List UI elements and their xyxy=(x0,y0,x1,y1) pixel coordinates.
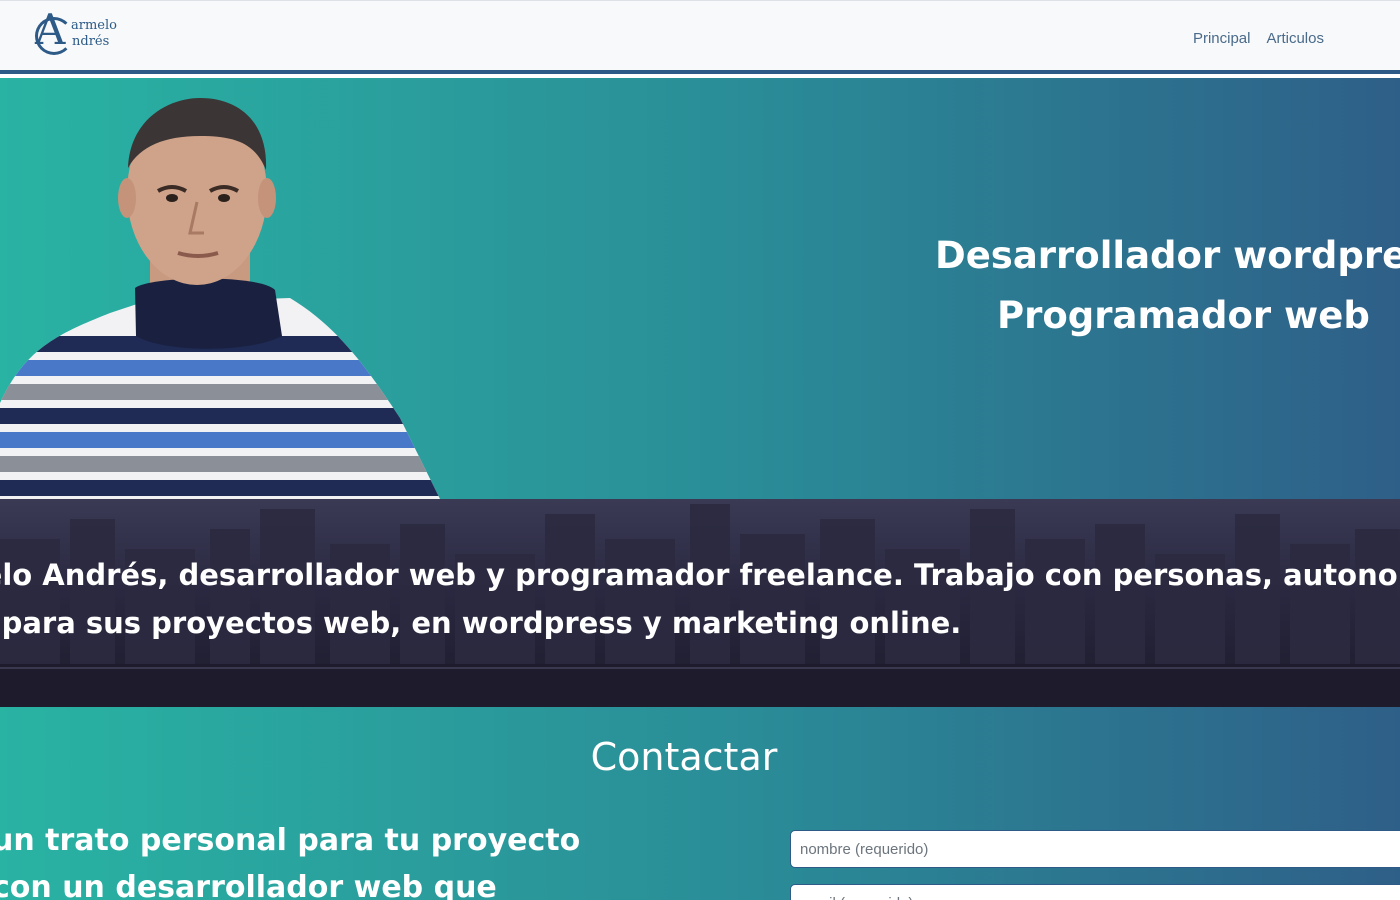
contact-section: Contactar un trato personal para tu proy… xyxy=(0,707,1400,900)
main-nav: Principal Articulos xyxy=(1193,30,1324,47)
intro-banner: nelo Andrés, desarrollador web y program… xyxy=(0,499,1400,707)
logo-line-2: ndrés xyxy=(72,34,110,49)
hero-title: Desarrollador wordpress Programador web xyxy=(935,226,1400,346)
nav-link-principal[interactable]: Principal xyxy=(1193,30,1251,47)
nav-link-articulos[interactable]: Articulos xyxy=(1266,30,1324,47)
name-field[interactable] xyxy=(790,830,1400,868)
contact-pitch: un trato personal para tu proyecto con u… xyxy=(0,817,580,900)
contact-heading: Contactar xyxy=(590,735,778,779)
pitch-line-1: un trato personal para tu proyecto xyxy=(0,823,581,858)
hero-title-line-2: Programador web xyxy=(997,294,1370,337)
intro-text: nelo Andrés, desarrollador web y program… xyxy=(0,551,1400,647)
top-navbar: A armelo ndrés Principal Articulos xyxy=(0,0,1400,74)
email-field[interactable] xyxy=(790,884,1400,900)
intro-line-1: nelo Andrés, desarrollador web y program… xyxy=(0,558,1400,592)
site-logo[interactable]: A armelo ndrés xyxy=(35,9,125,61)
logo-initial: A xyxy=(35,5,66,54)
intro-line-2: la para sus proyectos web, en wordpress … xyxy=(0,606,962,640)
pitch-line-2: con un desarrollador web que xyxy=(0,870,497,900)
hero-title-line-1: Desarrollador wordpress xyxy=(935,234,1400,277)
hero-section: Desarrollador wordpress Programador web xyxy=(0,78,1400,499)
logo-line-1: armelo xyxy=(71,18,117,33)
portrait-photo xyxy=(0,98,440,499)
